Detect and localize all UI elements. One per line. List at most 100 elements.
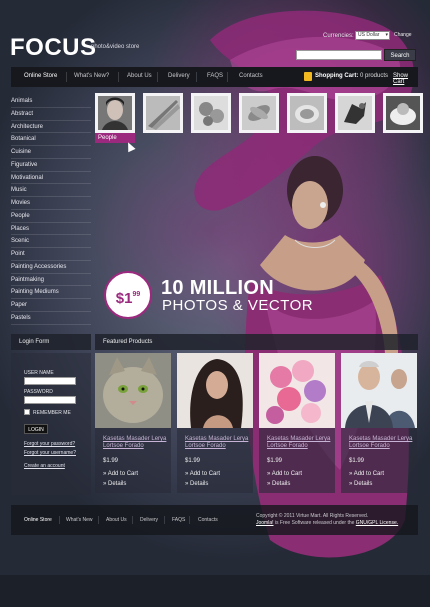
nav-item-whats-new[interactable]: What's New? — [74, 73, 109, 79]
product-card: Kasetas Masader Lerya Lortsoe Forado $1.… — [259, 353, 335, 493]
nav-divider — [66, 72, 67, 82]
nav-item-online-store[interactable]: Online Store — [24, 73, 57, 79]
category-item[interactable]: Painting Accessories — [11, 261, 91, 274]
nav-divider — [196, 72, 197, 82]
category-item[interactable]: Abstract — [11, 108, 91, 121]
add-to-cart-label: Add to Cart — [189, 471, 221, 477]
license-text: Joomla! is Free Software released under … — [256, 520, 398, 526]
search-button[interactable]: Search — [384, 49, 416, 61]
remember-me-checkbox[interactable] — [24, 409, 30, 415]
password-field[interactable] — [24, 396, 76, 404]
botanical-thumb-image — [242, 96, 276, 130]
logo-tagline: photo&video store — [91, 44, 140, 50]
cart-count: 0 products — [360, 73, 389, 79]
password-label: PASSWORD — [24, 389, 53, 395]
category-item[interactable]: Paper — [11, 299, 91, 312]
category-item[interactable]: Motivational — [11, 172, 91, 185]
product-image-flowers[interactable] — [259, 353, 335, 428]
add-to-cart-link[interactable]: » Add to Cart — [103, 471, 138, 477]
add-to-cart-label: Add to Cart — [107, 471, 139, 477]
thumb-flowers[interactable] — [191, 93, 231, 133]
footer-link-whats-new[interactable]: What's New — [66, 517, 93, 523]
footer-link-contacts[interactable]: Contacts — [198, 517, 218, 523]
product-name-link[interactable]: Kasetas Masader Lerya Lortsoe Forado — [103, 436, 169, 450]
forgot-password-link[interactable]: Forgot your password? — [24, 441, 75, 447]
nav-divider — [157, 72, 158, 82]
price-cents: 99 — [132, 291, 141, 298]
chevron-down-icon: ▾ — [385, 32, 388, 38]
nav-item-delivery[interactable]: Delivery — [168, 73, 190, 79]
thumb-shell[interactable] — [287, 93, 327, 133]
category-item[interactable]: Botanical — [11, 133, 91, 146]
flowers-thumb-image — [194, 96, 228, 130]
show-cart-link[interactable]: Show Cart — [393, 73, 418, 85]
product-name-link[interactable]: Kasetas Masader Lerya Lortsoe Forado — [267, 436, 333, 450]
nav-item-faqs[interactable]: FAQS — [207, 73, 223, 79]
add-to-cart-link[interactable]: » Add to Cart — [185, 471, 220, 477]
footer-link-faqs[interactable]: FAQS — [172, 517, 185, 523]
footer: Online Store What's New About Us Deliver… — [11, 505, 418, 535]
price-badge: $199 — [104, 271, 152, 319]
cuisine-thumb-image — [386, 96, 420, 130]
login-button[interactable]: LOGIN — [24, 424, 48, 434]
details-link[interactable]: » Details — [103, 481, 126, 487]
category-item[interactable]: Painting Mediums — [11, 286, 91, 299]
search-input[interactable] — [296, 50, 382, 60]
category-item[interactable]: Point — [11, 248, 91, 261]
category-item[interactable]: Paintmaking — [11, 274, 91, 287]
product-image-business-people[interactable] — [341, 353, 417, 428]
nav-item-contacts[interactable]: Contacts — [239, 73, 263, 79]
currencies-label: Currencies: — [323, 33, 354, 39]
footer-link-online-store[interactable]: Online Store — [24, 517, 52, 523]
product-name-link[interactable]: Kasetas Masader Lerya Lortsoe Forado — [349, 436, 415, 450]
gpl-license-link[interactable]: GNU/GPL License. — [356, 520, 398, 526]
add-to-cart-link[interactable]: » Add to Cart — [349, 471, 384, 477]
nav-item-about-us[interactable]: About Us — [127, 73, 152, 79]
product-image-cat[interactable] — [95, 353, 171, 428]
thumb-animal[interactable] — [335, 93, 375, 133]
product-name-link[interactable]: Kasetas Masader Lerya Lortsoe Forado — [185, 436, 251, 450]
category-item[interactable]: Architecture — [11, 121, 91, 134]
category-item[interactable]: Music — [11, 184, 91, 197]
cart-summary: Shopping Cart: 0 products — [315, 73, 388, 79]
category-thumbnails: People — [95, 93, 423, 143]
thumb-botanical[interactable] — [239, 93, 279, 133]
site-logo[interactable]: FOCUS — [10, 34, 97, 62]
main-nav: Online Store What's New? About Us Delive… — [11, 67, 418, 87]
bottom-band — [0, 575, 430, 607]
footer-divider — [59, 516, 60, 524]
username-field[interactable] — [24, 377, 76, 385]
thumb-cuisine[interactable] — [383, 93, 423, 133]
product-image-woman[interactable] — [177, 353, 253, 428]
details-link[interactable]: » Details — [267, 481, 290, 487]
details-link[interactable]: » Details — [185, 481, 208, 487]
category-item[interactable]: Scenic — [11, 235, 91, 248]
product-price: $1.99 — [349, 458, 365, 464]
thumb-people[interactable] — [95, 93, 135, 133]
details-link[interactable]: » Details — [349, 481, 372, 487]
nav-divider — [118, 72, 119, 82]
add-to-cart-label: Add to Cart — [353, 471, 385, 477]
joomla-link[interactable]: Joomla! — [256, 520, 274, 526]
animal-thumb-image — [338, 96, 372, 130]
thumb-architecture[interactable] — [143, 93, 183, 133]
shopping-cart-icon — [304, 72, 312, 81]
change-currency-button[interactable]: Change — [394, 32, 412, 38]
forgot-username-link[interactable]: Forgot your username? — [24, 450, 76, 456]
username-label: USER NAME — [24, 370, 54, 376]
category-item[interactable]: Movies — [11, 197, 91, 210]
category-item[interactable]: Animals — [11, 95, 91, 108]
footer-link-about-us[interactable]: About Us — [106, 517, 127, 523]
category-item[interactable]: Figurative — [11, 159, 91, 172]
category-item[interactable]: Cuisine — [11, 146, 91, 159]
create-account-link[interactable]: Create an account — [24, 463, 65, 469]
category-item[interactable]: People — [11, 210, 91, 223]
currency-select[interactable]: US Dollar ▾ — [355, 31, 390, 40]
product-price: $1.99 — [267, 458, 283, 464]
category-item[interactable]: Pastels — [11, 312, 91, 325]
nav-divider — [227, 72, 228, 82]
footer-link-delivery[interactable]: Delivery — [140, 517, 158, 523]
add-to-cart-link[interactable]: » Add to Cart — [267, 471, 302, 477]
category-item[interactable]: Places — [11, 223, 91, 236]
footer-divider — [132, 516, 133, 524]
